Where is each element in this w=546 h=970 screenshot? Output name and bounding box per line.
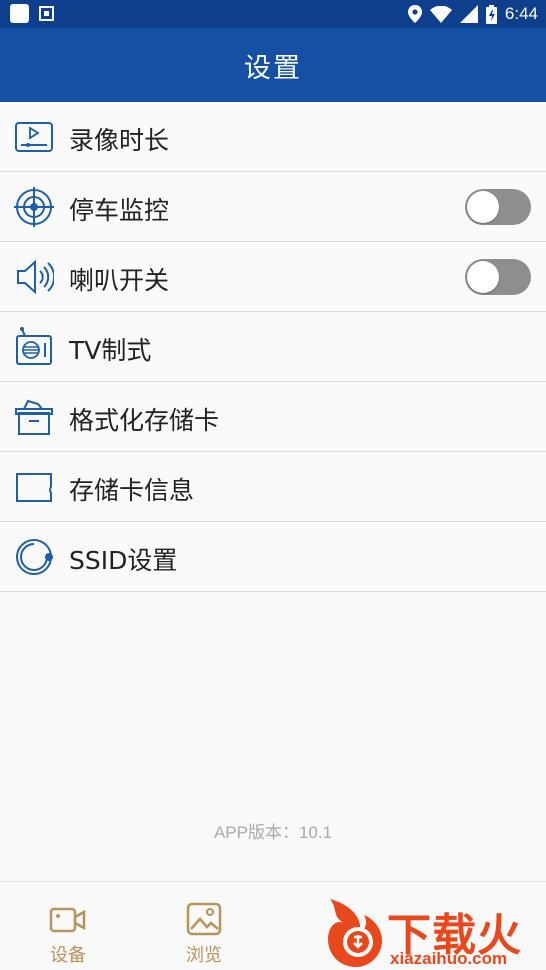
app-bar: 设置 <box>0 28 546 102</box>
tv-radio-icon <box>16 327 52 365</box>
setting-label: 喇叭开关 <box>69 266 170 295</box>
status-bar: 6:44 <box>0 0 546 28</box>
setting-label: 停车监控 <box>69 196 170 225</box>
toggle-knob <box>467 261 499 293</box>
tab-label: 浏览 <box>186 945 222 966</box>
watermark: 下载火 xiazaihuo.com <box>320 897 546 970</box>
toggle-knob <box>467 191 499 223</box>
camera-icon <box>49 907 86 933</box>
setting-label: 存储卡信息 <box>69 476 195 505</box>
flame-logo-icon <box>328 899 382 967</box>
setting-label: 录像时长 <box>69 126 170 155</box>
status-time: 6:44 <box>504 4 538 23</box>
location-icon <box>407 5 422 23</box>
gallery-icon <box>186 902 222 936</box>
setting-row-video-length[interactable]: 录像时长 <box>0 102 546 172</box>
setting-row-ssid[interactable]: SSID设置 <box>0 522 546 592</box>
sd-card-icon <box>16 473 52 502</box>
speaker-icon <box>17 259 54 295</box>
ssid-ring-icon <box>16 539 53 575</box>
battery-icon <box>485 4 497 24</box>
wifi-icon <box>429 5 452 23</box>
parking-monitor-icon <box>14 187 54 227</box>
video-length-icon <box>15 122 53 152</box>
setting-row-tv-format[interactable]: TV制式 <box>0 312 546 382</box>
setting-label: 格式化存储卡 <box>69 406 220 435</box>
speaker-toggle[interactable] <box>465 259 531 295</box>
setting-label: TV制式 <box>69 336 152 365</box>
format-box-icon <box>15 399 53 435</box>
tab-label: 设备 <box>50 945 86 966</box>
setting-row-format-card[interactable]: 格式化存储卡 <box>0 382 546 452</box>
notification-square-icon <box>10 4 29 23</box>
tab-browse[interactable]: 浏览 <box>168 902 240 967</box>
watermark-url: xiazaihuo.com <box>390 949 508 968</box>
settings-list: 录像时长 停车监控 喇叭开关 TV制式 格式化存储卡 存储卡信息 SSID设置 <box>0 102 546 592</box>
setting-row-card-info[interactable]: 存储卡信息 <box>0 452 546 522</box>
app-version-text: APP版本：10.1 <box>213 823 333 842</box>
signal-icon <box>459 5 478 23</box>
parking-monitor-toggle[interactable] <box>465 189 531 225</box>
setting-label: SSID设置 <box>69 546 178 575</box>
a-box-icon <box>39 6 54 21</box>
tab-device[interactable]: 设备 <box>32 902 104 967</box>
page-title: 设置 <box>244 53 302 84</box>
setting-row-speaker[interactable]: 喇叭开关 <box>0 242 546 312</box>
setting-row-parking-monitor[interactable]: 停车监控 <box>0 172 546 242</box>
